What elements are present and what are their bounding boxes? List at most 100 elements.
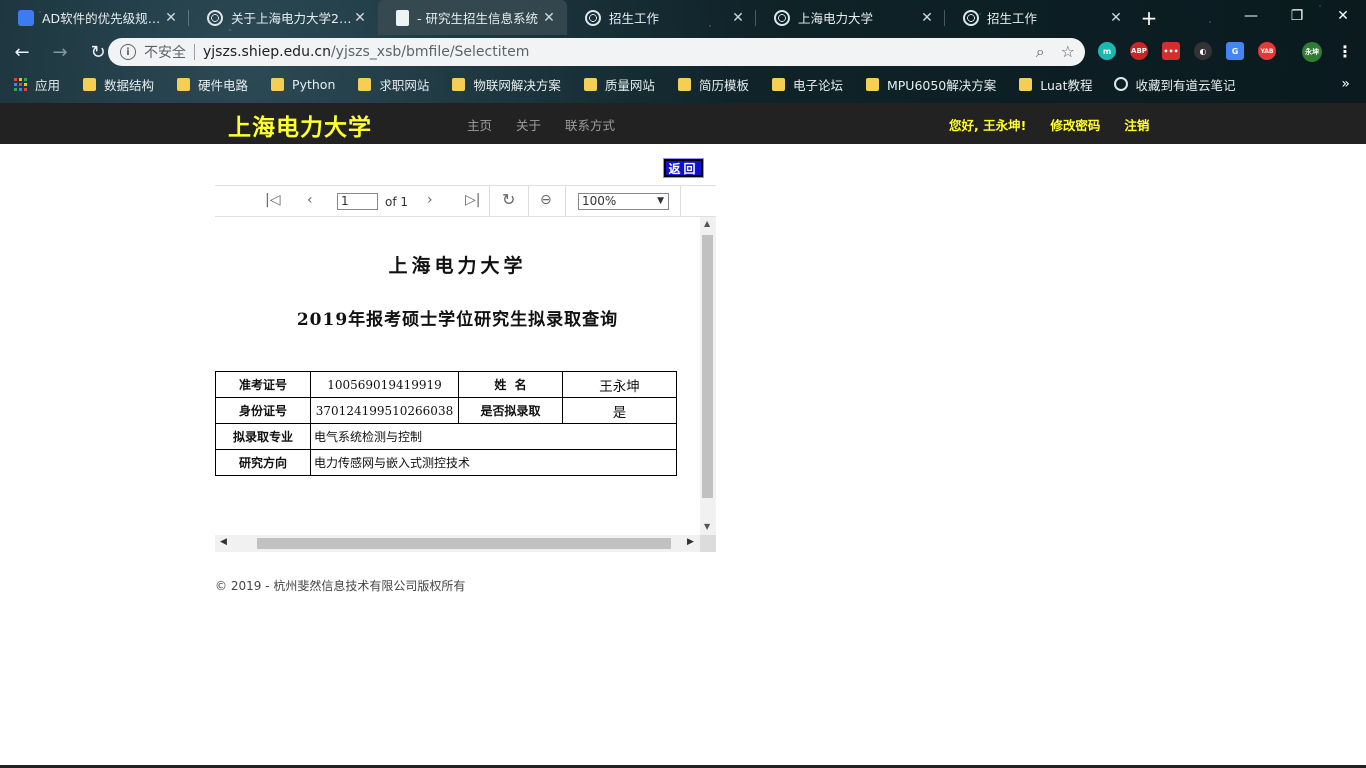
toolbar-divider (680, 186, 681, 217)
close-icon[interactable]: ✕ (163, 10, 179, 26)
bookmark-link[interactable]: 收藏到有道云笔记 (1110, 75, 1236, 94)
first-page-icon[interactable]: |◁ (265, 192, 280, 208)
exam-no-label: 准考证号 (215, 371, 311, 398)
user-nav: 您好, 王永坤! 修改密码 注销 (949, 115, 1149, 134)
yab-icon[interactable]: YAB (1258, 42, 1276, 60)
browser-tab[interactable]: 招生工作 ✕ (945, 0, 1134, 35)
menu-kebab-icon[interactable]: ⋮ (1336, 42, 1354, 61)
extension-m-icon[interactable]: m (1098, 42, 1116, 60)
bookmark-folder[interactable]: 质量网站 (578, 75, 655, 94)
scroll-right-icon[interactable]: ▶ (687, 537, 694, 547)
browser-tab[interactable]: 关于上海电力大学2019 ✕ (189, 0, 378, 35)
extension-dots-icon[interactable]: ••• (1162, 42, 1180, 60)
bookmark-label: 硬件电路 (198, 77, 249, 93)
close-icon[interactable]: ✕ (541, 10, 557, 26)
forward-arrow-icon[interactable]: → (44, 36, 76, 68)
minimize-icon[interactable]: — (1228, 0, 1274, 32)
close-icon[interactable]: ✕ (1108, 10, 1124, 26)
direction-label: 研究方向 (215, 449, 311, 476)
back-arrow-icon[interactable]: ← (6, 36, 38, 68)
major-label: 拟录取专业 (215, 423, 311, 450)
bookmark-apps[interactable]: 应用 (14, 75, 60, 94)
divider (194, 44, 195, 60)
refresh-icon[interactable]: ↻ (502, 190, 515, 209)
folder-icon (865, 77, 879, 91)
scroll-up-icon[interactable]: ▲ (704, 219, 710, 228)
profile-avatar[interactable]: 永坤 (1302, 42, 1322, 62)
document-icon (396, 9, 409, 26)
zoom-select[interactable]: 100% ▼ (578, 193, 669, 210)
previous-page-icon[interactable]: ‹ (307, 192, 313, 208)
back-button[interactable]: 返回 (663, 158, 704, 178)
browser-tab[interactable]: AD软件的优先级规则_ ✕ (0, 0, 189, 35)
bookmark-star-icon[interactable]: ☆ (1061, 42, 1075, 62)
chevron-double-right-icon[interactable]: » (1341, 76, 1350, 92)
browser-tab[interactable]: 招生工作 ✕ (567, 0, 756, 35)
page-number-input[interactable]: 1 (337, 193, 378, 210)
toolbar-divider (489, 186, 490, 217)
bookmark-label: 质量网站 (604, 77, 655, 93)
tab-title: - 研究生招生信息系统 (417, 11, 538, 26)
close-icon[interactable]: ✕ (730, 10, 746, 26)
back-to-parent-icon[interactable]: ⊖ (540, 192, 552, 208)
scroll-down-icon[interactable]: ▼ (704, 522, 710, 531)
id-label: 身份证号 (215, 397, 311, 424)
browser-tab-active[interactable]: - 研究生招生信息系统 ✕ (378, 0, 567, 35)
bookmark-folder[interactable]: MPU6050解决方案 (860, 75, 996, 94)
omnibox-actions: ⌕ ☆ (1036, 42, 1075, 62)
globe-icon (963, 9, 979, 26)
bookmark-folder[interactable]: 物联网解决方案 (446, 75, 561, 94)
close-window-icon[interactable]: ✕ (1320, 0, 1366, 32)
apps-grid-icon (14, 77, 27, 91)
change-password-link[interactable]: 修改密码 (1050, 115, 1100, 134)
new-tab-button[interactable]: + (1134, 0, 1164, 35)
close-icon[interactable]: ✕ (919, 10, 935, 26)
bookmark-folder[interactable]: 简历模板 (672, 75, 749, 94)
browser-tab[interactable]: 上海电力大学 ✕ (756, 0, 945, 35)
user-greeting-link[interactable]: 您好, 王永坤! (949, 115, 1026, 134)
scroll-left-icon[interactable]: ◀ (220, 537, 227, 547)
horizontal-scrollbar[interactable]: ◀ ▶ (215, 535, 700, 552)
scroll-thumb[interactable] (257, 538, 671, 549)
info-icon[interactable]: i (120, 44, 136, 60)
tab-title: 招生工作 (609, 11, 660, 26)
restore-icon[interactable]: ❐ (1274, 0, 1320, 32)
bookmark-folder[interactable]: Luat教程 (1013, 75, 1093, 94)
bookmark-folder[interactable]: 求职网站 (352, 75, 429, 94)
url-host: yjszs.shiep.edu.cn (203, 44, 331, 60)
name-value: 王永坤 (562, 371, 677, 398)
browser-chrome: AD软件的优先级规则_ ✕ 关于上海电力大学2019 ✕ - 研究生招生信息系统… (0, 0, 1366, 103)
next-page-icon[interactable]: › (427, 192, 433, 208)
dropdown-arrow-icon: ▼ (657, 196, 664, 206)
scrollbar-corner (700, 535, 716, 552)
report-title: 上海电力大学 (388, 255, 527, 277)
bookmark-folder[interactable]: 电子论坛 (766, 75, 843, 94)
bookmark-label: 简历模板 (698, 77, 749, 93)
tab-title: 招生工作 (987, 11, 1038, 26)
adblock-icon[interactable]: ABP (1130, 42, 1148, 60)
scroll-thumb[interactable] (702, 235, 713, 498)
folder-icon (583, 77, 597, 91)
folder-icon (677, 77, 691, 91)
bookmark-folder[interactable]: 硬件电路 (171, 75, 248, 94)
bookmark-folder[interactable]: 数据结构 (77, 75, 154, 94)
table-row: 准考证号 100569019419919 姓 名 王永坤 (215, 371, 677, 398)
direction-value: 电力传感网与嵌入式测控技术 (310, 449, 677, 476)
logout-link[interactable]: 注销 (1124, 115, 1149, 134)
tab-title: AD软件的优先级规则_ (42, 11, 163, 26)
nav-home-link[interactable]: 主页 (467, 115, 492, 134)
zoom-icon[interactable]: ⌕ (1036, 42, 1045, 62)
last-page-icon[interactable]: ▷| (465, 192, 480, 208)
close-icon[interactable]: ✕ (352, 10, 368, 26)
translate-icon[interactable]: G (1226, 42, 1244, 60)
bookmark-folder[interactable]: Python (265, 77, 335, 92)
nav-about-link[interactable]: 关于 (516, 115, 541, 134)
url-path: /yjszs_xsb/bmfile/Selectitem (330, 44, 530, 60)
color-picker-icon[interactable]: ◐ (1194, 42, 1212, 60)
address-bar[interactable]: i 不安全 yjszs.shiep.edu.cn /yjszs_xsb/bmfi… (108, 38, 1085, 66)
globe-icon (1113, 77, 1128, 91)
nav-contact-link[interactable]: 联系方式 (565, 115, 615, 134)
site-brand[interactable]: 上海电力大学 (228, 108, 372, 142)
admission-table: 准考证号 100569019419919 姓 名 王永坤 身份证号 370124… (215, 371, 677, 476)
vertical-scrollbar[interactable]: ▲ ▼ (700, 217, 716, 535)
